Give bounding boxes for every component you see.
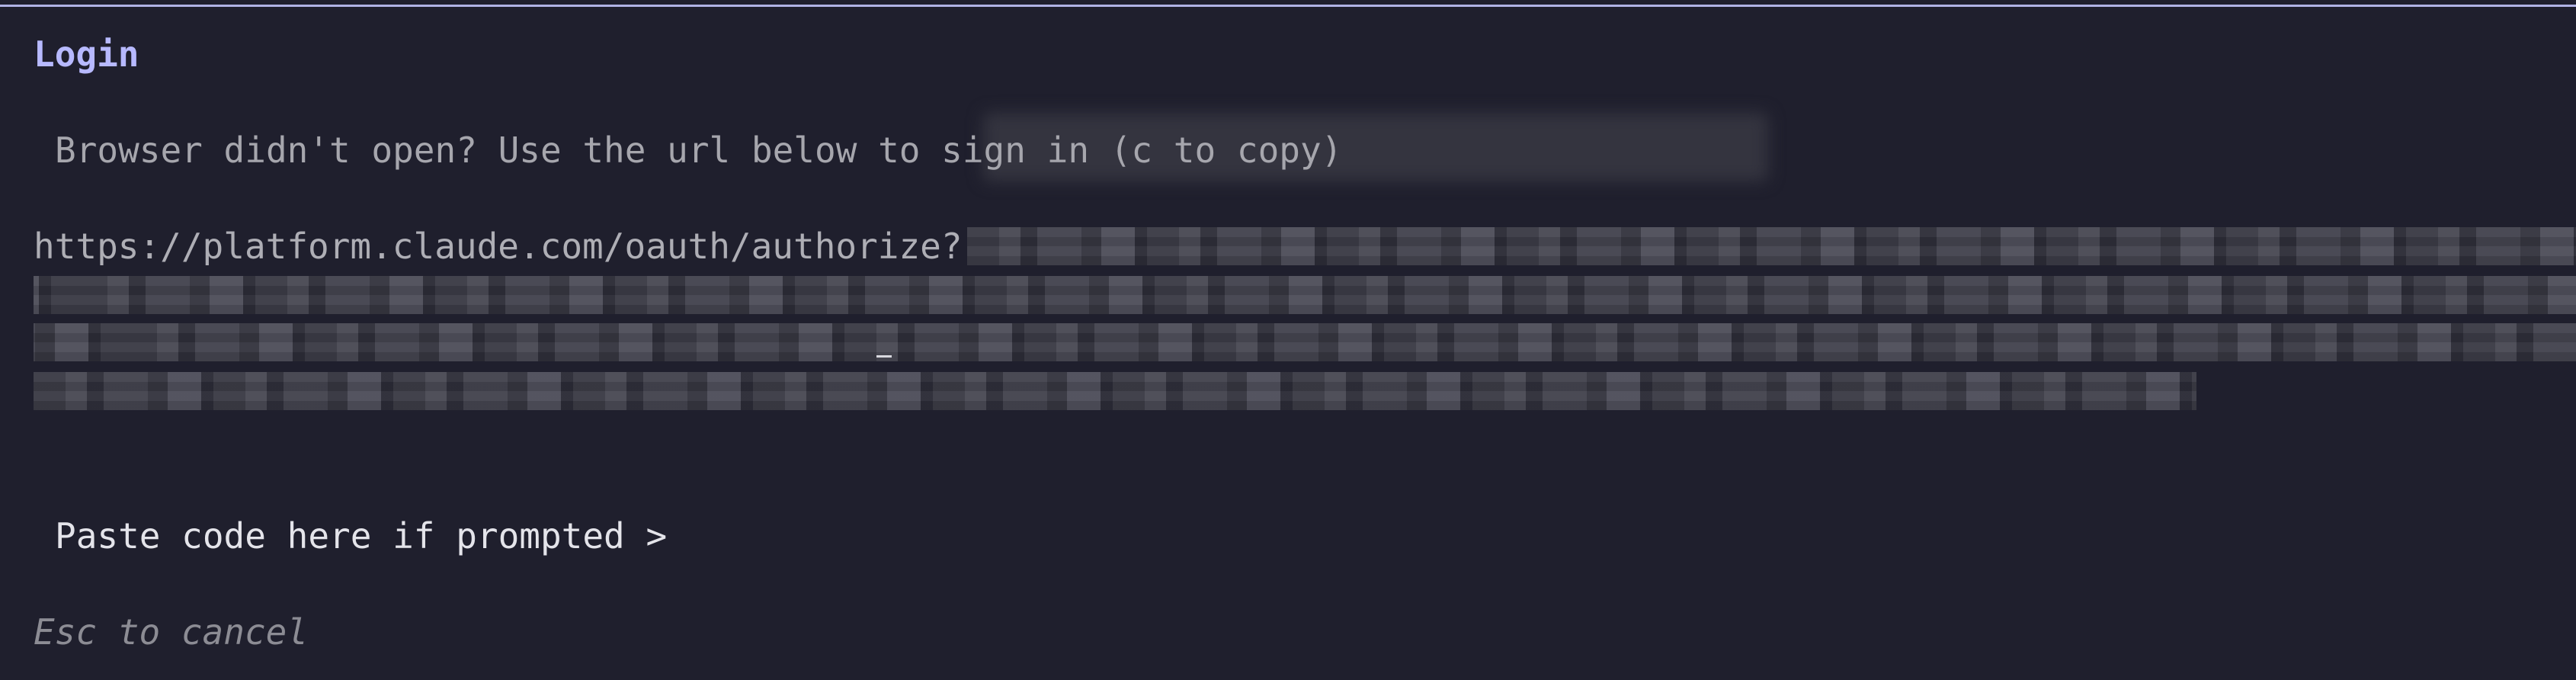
redacted-url-segment bbox=[34, 323, 2576, 361]
login-title: Login bbox=[34, 34, 139, 75]
redacted-url-segment bbox=[34, 372, 2196, 410]
redacted-url-segment bbox=[966, 227, 2576, 265]
oauth-url-prefix: https://platform.claude.com/oauth/author… bbox=[34, 227, 963, 265]
oauth-url-line-3[interactable] bbox=[34, 323, 2576, 361]
cancel-hint: Esc to cancel bbox=[34, 611, 309, 653]
redacted-url-segment bbox=[34, 276, 2576, 314]
oauth-url-line-4[interactable] bbox=[34, 372, 2196, 410]
text-cursor bbox=[876, 355, 892, 358]
browser-hint-text: Browser didn't open? Use the url below t… bbox=[55, 130, 1343, 171]
paste-code-prompt[interactable]: Paste code here if prompted > bbox=[55, 518, 667, 553]
oauth-url-line-2[interactable] bbox=[34, 276, 2576, 314]
oauth-url-line-1[interactable]: https://platform.claude.com/oauth/author… bbox=[34, 227, 2576, 265]
top-border bbox=[0, 5, 2576, 7]
